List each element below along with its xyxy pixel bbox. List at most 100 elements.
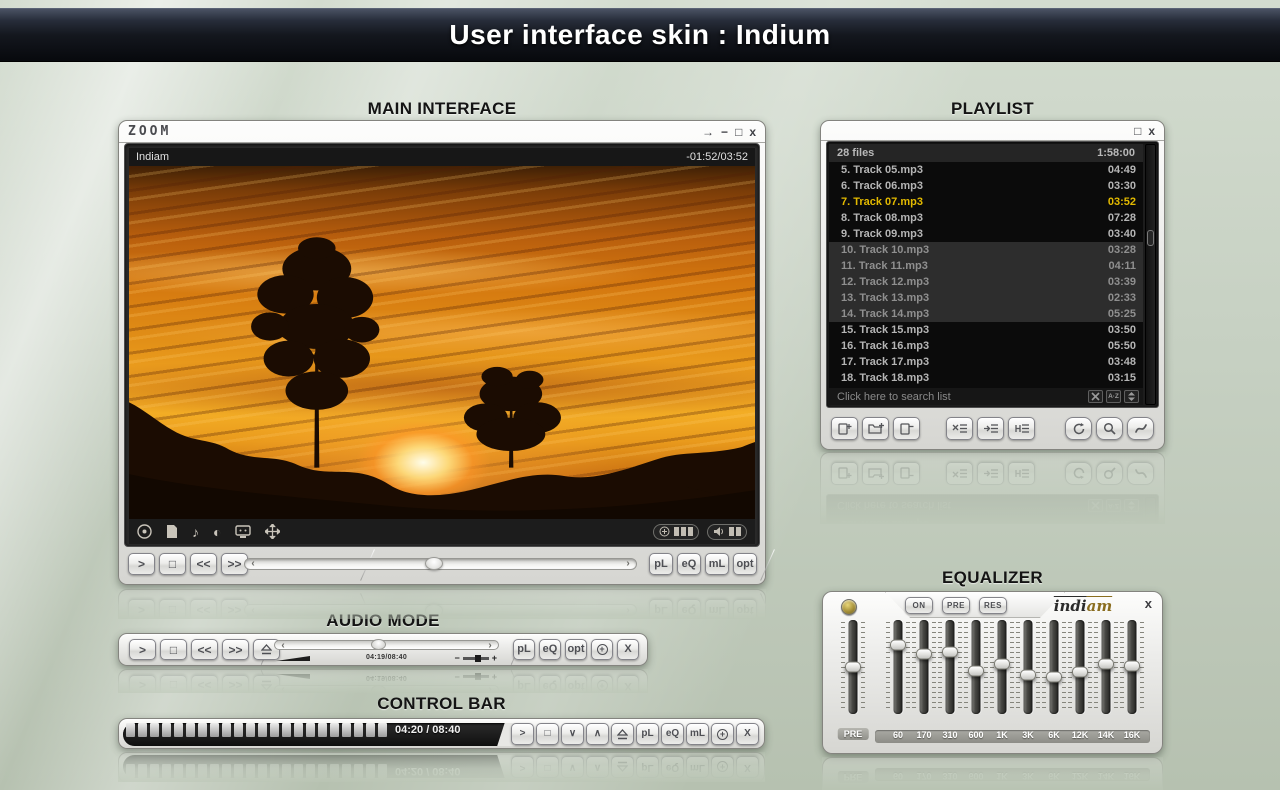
- play-button[interactable]: >: [129, 639, 156, 660]
- next-track-button[interactable]: ∨: [561, 756, 584, 778]
- eq-slider-thumb[interactable]: [994, 659, 1010, 670]
- scroll-updown-button[interactable]: [1124, 390, 1139, 403]
- jump-to-track-button[interactable]: [977, 417, 1004, 440]
- playlist-search-bar[interactable]: Click here to search list A·Z: [829, 388, 1143, 405]
- options-button[interactable]: opt: [565, 675, 587, 693]
- jump-to-track-button[interactable]: [977, 462, 1004, 485]
- playlist-track-row[interactable]: 7. Track 07.mp3 03:52: [829, 194, 1143, 210]
- options-button[interactable]: opt: [733, 553, 757, 575]
- eq-slider-track[interactable]: [894, 620, 903, 714]
- clear-list-button[interactable]: [946, 462, 973, 485]
- forward-button[interactable]: >>: [222, 639, 249, 660]
- stop-button[interactable]: □: [536, 723, 559, 745]
- scroll-updown-button[interactable]: [1124, 499, 1139, 512]
- file-icon[interactable]: [166, 524, 178, 539]
- playlist-scrollbar[interactable]: [1145, 144, 1156, 405]
- contrast-icon[interactable]: ◐: [213, 525, 221, 539]
- shuffle-button[interactable]: [1127, 462, 1154, 485]
- minimize-icon[interactable]: −: [721, 126, 728, 138]
- close-icon[interactable]: x: [1148, 125, 1155, 137]
- search-button[interactable]: [1096, 417, 1123, 440]
- eq-slider-thumb[interactable]: [916, 648, 932, 659]
- close-button[interactable]: X: [617, 639, 639, 660]
- equalizer-toggle-button[interactable]: eQ: [677, 599, 701, 619]
- eq-slider-track[interactable]: [920, 620, 929, 714]
- clear-search-icon[interactable]: [1088, 390, 1103, 403]
- repeat-button[interactable]: [1065, 417, 1092, 440]
- close-icon[interactable]: x: [749, 126, 756, 138]
- balance-minus[interactable]: −: [454, 672, 459, 682]
- seek-back-arrow[interactable]: ‹: [277, 684, 289, 693]
- equalizer-toggle-button[interactable]: eQ: [661, 756, 684, 778]
- playlist-titlebar[interactable]: □ x: [821, 121, 1164, 141]
- playlist-track-row[interactable]: 9. Track 09.mp3 03:40: [829, 226, 1143, 242]
- move-icon[interactable]: [265, 524, 280, 539]
- playlist-track-row[interactable]: 6. Track 06.mp3 03:30: [829, 178, 1143, 194]
- sort-az-button[interactable]: A·Z: [1106, 390, 1121, 403]
- eq-slider-thumb[interactable]: [890, 640, 906, 651]
- stop-button[interactable]: □: [159, 553, 186, 575]
- playlist-track-row[interactable]: 13. Track 13.mp3 02:33: [829, 290, 1143, 306]
- playlist-toggle-button[interactable]: pL: [649, 599, 673, 619]
- close-button[interactable]: X: [617, 675, 639, 693]
- play-button[interactable]: >: [511, 756, 534, 778]
- eq-slider-thumb[interactable]: [968, 665, 984, 676]
- seek-ahead-arrow[interactable]: ›: [622, 559, 634, 569]
- eq-slider-track[interactable]: [1024, 620, 1033, 714]
- playlist-track-row[interactable]: 17. Track 17.mp3 03:48: [829, 354, 1143, 370]
- add-folder-button[interactable]: [862, 417, 889, 440]
- eq-slider-thumb[interactable]: [1020, 669, 1036, 680]
- seek-bar[interactable]: ‹ ›: [244, 558, 637, 570]
- balance-track[interactable]: [463, 657, 489, 660]
- playlist-track-row[interactable]: 16. Track 16.mp3 05:50: [829, 338, 1143, 354]
- close-button[interactable]: X: [736, 756, 759, 778]
- plus-button[interactable]: +: [591, 639, 613, 660]
- remove-file-button[interactable]: [893, 462, 920, 485]
- add-file-button[interactable]: [831, 462, 858, 485]
- audio-note-icon[interactable]: ♪: [192, 525, 199, 539]
- options-button[interactable]: opt: [565, 639, 587, 660]
- progress-display[interactable]: [123, 755, 515, 778]
- eject-button[interactable]: [611, 756, 634, 778]
- repeat-button[interactable]: [1065, 462, 1092, 485]
- detach-window-icon[interactable]: →: [702, 126, 714, 138]
- main-titlebar[interactable]: ZOOM → − □ x: [119, 121, 765, 143]
- equalizer-toggle-button[interactable]: eQ: [539, 675, 561, 693]
- equalizer-toggle-button[interactable]: eQ: [661, 723, 684, 745]
- volume-wedge-icon[interactable]: [276, 674, 310, 679]
- maximize-icon[interactable]: □: [735, 126, 742, 138]
- screen-icon[interactable]: [235, 525, 251, 539]
- seek-ahead-arrow[interactable]: ›: [484, 684, 496, 693]
- stop-button[interactable]: □: [160, 675, 187, 693]
- media-library-button[interactable]: mL: [705, 553, 729, 575]
- clear-search-icon[interactable]: [1088, 499, 1103, 512]
- play-button[interactable]: >: [511, 723, 534, 745]
- add-folder-button[interactable]: [862, 462, 889, 485]
- seek-thumb[interactable]: [425, 557, 443, 570]
- previous-track-button[interactable]: ∧: [586, 756, 609, 778]
- playlist-toggle-button[interactable]: pL: [649, 553, 673, 575]
- eq-slider-track[interactable]: [946, 620, 955, 714]
- media-library-button[interactable]: mL: [686, 723, 709, 745]
- playlist-search-bar[interactable]: Click here to search list A·Z: [829, 497, 1143, 514]
- forward-button[interactable]: >>: [222, 675, 249, 693]
- playlist-track-row[interactable]: 10. Track 10.mp3 03:28: [829, 242, 1143, 258]
- maximize-icon[interactable]: □: [1134, 125, 1141, 137]
- clear-list-button[interactable]: [946, 417, 973, 440]
- play-button[interactable]: >: [129, 675, 156, 693]
- seek-control[interactable]: [653, 524, 699, 540]
- balance-control[interactable]: − +: [454, 653, 497, 663]
- balance-minus[interactable]: −: [454, 653, 459, 663]
- eject-button[interactable]: [611, 723, 634, 745]
- equalizer-toggle-button[interactable]: eQ: [677, 553, 701, 575]
- eq-slider-thumb[interactable]: [1072, 666, 1088, 677]
- rewind-button[interactable]: <<: [191, 675, 218, 693]
- playlist-track-row[interactable]: 14. Track 14.mp3 05:25: [829, 306, 1143, 322]
- playlist-toggle-button[interactable]: pL: [513, 675, 535, 693]
- list-format-button[interactable]: [1008, 462, 1035, 485]
- remove-file-button[interactable]: [893, 417, 920, 440]
- stop-button[interactable]: □: [160, 639, 187, 660]
- playlist-toggle-button[interactable]: pL: [513, 639, 535, 660]
- video-display[interactable]: [129, 166, 755, 519]
- equalizer-toggle-button[interactable]: eQ: [539, 639, 561, 660]
